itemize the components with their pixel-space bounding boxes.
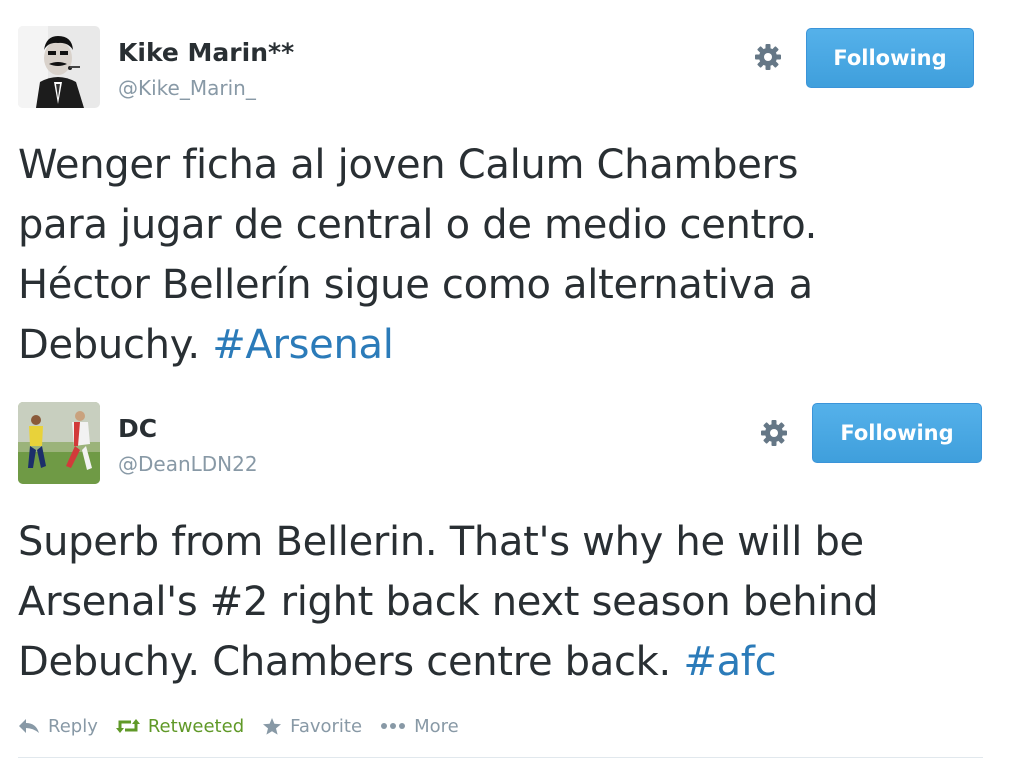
tweet-text-line: Arsenal's #2 right back next season behi… — [18, 579, 879, 625]
hashtag-link[interactable]: #afc — [683, 639, 776, 685]
avatar[interactable] — [18, 402, 100, 484]
tweet-text-line: Héctor Bellerín sigue como alternativa a — [18, 262, 813, 308]
tweet-actions: Reply Retweeted Favorite More — [18, 712, 477, 740]
tweet-text-line: Wenger ficha al joven Calum Chambers — [18, 142, 799, 188]
reply-button[interactable]: Reply — [18, 716, 98, 737]
more-button[interactable]: More — [380, 716, 459, 737]
reply-arrow-icon — [19, 719, 39, 733]
tweet-text-line: Superb from Bellerin. That's why he will… — [18, 519, 864, 565]
following-button[interactable]: Following — [806, 28, 974, 88]
more-label: More — [414, 715, 459, 737]
tweet-text-line: Debuchy. Chambers centre back. #afc — [18, 632, 1008, 692]
user-handle[interactable]: @Kike_Marin_ — [118, 76, 256, 100]
gear-icon[interactable] — [752, 41, 784, 73]
avatar[interactable] — [18, 26, 100, 108]
tweet-text-line: para jugar de central o de medio centro. — [18, 202, 818, 248]
user-handle[interactable]: @DeanLDN22 — [118, 452, 258, 476]
retweeted-label: Retweeted — [147, 715, 245, 737]
tweet-text-fragment: Debuchy. Chambers centre back. — [18, 639, 684, 685]
user-name[interactable]: DC — [118, 414, 157, 443]
following-button[interactable]: Following — [812, 403, 982, 463]
ellipsis-icon — [381, 723, 406, 729]
divider — [18, 757, 983, 758]
tweet-text-line: Debuchy. #Arsenal — [18, 315, 1008, 375]
star-icon — [263, 718, 282, 735]
gear-icon[interactable] — [758, 417, 790, 449]
hashtag-link[interactable]: #Arsenal — [212, 322, 394, 368]
tweet-text-fragment: Debuchy. — [18, 322, 213, 368]
user-name[interactable]: Kike Marin** — [118, 38, 294, 67]
favorite-button[interactable]: Favorite — [262, 716, 362, 737]
retweet-icon — [115, 719, 140, 733]
avatar-photo — [18, 402, 100, 484]
reply-label: Reply — [48, 715, 98, 737]
retweeted-button[interactable]: Retweeted — [115, 715, 245, 737]
tweet-text: Wenger ficha al joven Calum Chambers par… — [18, 135, 1008, 375]
favorite-label: Favorite — [290, 715, 363, 737]
avatar-photo — [18, 26, 100, 108]
tweet-text: Superb from Bellerin. That's why he will… — [18, 512, 1008, 692]
